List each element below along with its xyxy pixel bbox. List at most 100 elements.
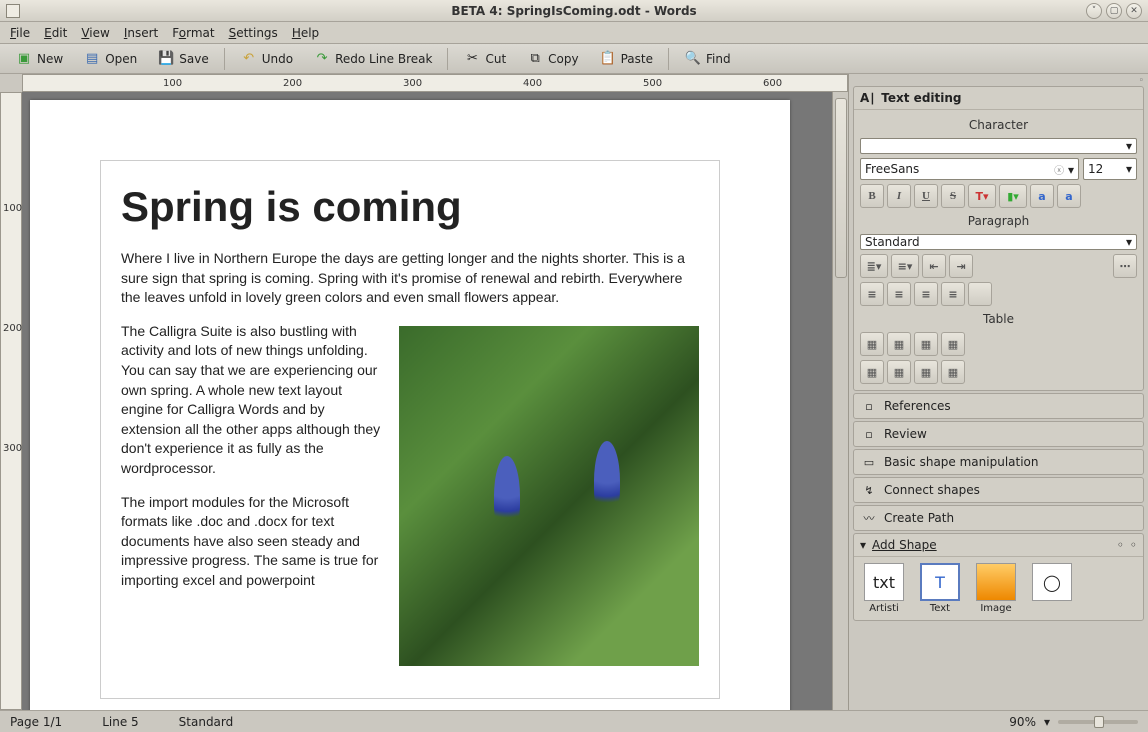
document-image[interactable] (399, 326, 699, 666)
redo-icon: ↷ (313, 50, 331, 68)
paragraph-settings-button[interactable]: ⋯ (1113, 254, 1137, 278)
italic-button[interactable]: I (887, 184, 911, 208)
delete-col-button[interactable]: ▦ (887, 360, 911, 384)
align-right-button[interactable]: ≡ (914, 282, 938, 306)
shape-text[interactable]: T Text (916, 563, 964, 614)
maximize-button[interactable]: ▢ (1106, 3, 1122, 19)
references-tool[interactable]: ▫ References (853, 393, 1144, 419)
menu-insert[interactable]: Insert (124, 26, 158, 40)
ruler-tick: 400 (523, 78, 542, 89)
ruler-tick: 300 (403, 78, 422, 89)
number-list-button[interactable]: ≡▾ (891, 254, 919, 278)
document-paragraph[interactable]: Where I live in Northern Europe the days… (121, 249, 699, 308)
subscript-button[interactable]: a (1057, 184, 1081, 208)
font-family-value: FreeSans (865, 162, 919, 176)
character-style-combo[interactable]: ▾ (860, 138, 1137, 154)
menu-view[interactable]: View (81, 26, 109, 40)
bold-button[interactable]: B (860, 184, 884, 208)
shape-artistic-text[interactable]: txt Artisti (860, 563, 908, 614)
zoom-slider[interactable] (1058, 720, 1138, 724)
connect-icon: ↯ (862, 483, 876, 497)
status-style: Standard (179, 715, 234, 729)
menu-edit[interactable]: Edit (44, 26, 67, 40)
toolbar-separator (668, 48, 669, 70)
status-page: Page 1/1 (10, 715, 62, 729)
paste-button[interactable]: 📋 Paste (590, 46, 662, 72)
minimize-button[interactable]: ˅ (1086, 3, 1102, 19)
strikethrough-button[interactable]: S (941, 184, 965, 208)
window-title: BETA 4: SpringIsComing.odt - Words (451, 4, 696, 18)
connect-shapes-tool[interactable]: ↯ Connect shapes (853, 477, 1144, 503)
dock-close-icon[interactable]: ◦ (1130, 538, 1137, 552)
dock-handle[interactable]: ◦ (853, 78, 1144, 84)
decrease-indent-button[interactable]: ⇤ (922, 254, 946, 278)
shape-label: Image (980, 603, 1011, 614)
menu-help[interactable]: Help (292, 26, 319, 40)
copy-button[interactable]: ⧉ Copy (517, 46, 587, 72)
basic-shape-tool[interactable]: ▭ Basic shape manipulation (853, 449, 1144, 475)
align-default-button[interactable] (968, 282, 992, 306)
highlight-color-button[interactable]: ▮▾ (999, 184, 1027, 208)
menu-file[interactable]: File (10, 26, 30, 40)
insert-col-left-button[interactable]: ▦ (914, 332, 938, 356)
delete-row-button[interactable]: ▦ (860, 360, 884, 384)
text-color-button[interactable]: T▾ (968, 184, 996, 208)
find-label: Find (706, 52, 731, 66)
font-size-combo[interactable]: 12▾ (1083, 158, 1137, 180)
scrollbar-thumb[interactable] (835, 98, 847, 278)
insert-col-right-button[interactable]: ▦ (941, 332, 965, 356)
clear-icon[interactable]: ⓧ (1054, 166, 1064, 177)
dock-float-icon[interactable]: ◦ (1117, 538, 1124, 552)
status-zoom[interactable]: 90% (1009, 715, 1036, 729)
align-justify-button[interactable]: ≡ (941, 282, 965, 306)
merge-cells-button[interactable]: ▦ (914, 360, 938, 384)
shape-image[interactable]: Image (972, 563, 1020, 614)
zoom-dropdown-icon[interactable]: ▾ (1044, 715, 1050, 729)
review-tool[interactable]: ▫ Review (853, 421, 1144, 447)
align-center-button[interactable]: ≡ (887, 282, 911, 306)
status-bar: Page 1/1 Line 5 Standard 90% ▾ (0, 710, 1148, 732)
cut-button[interactable]: ✂ Cut (454, 46, 515, 72)
redo-button[interactable]: ↷ Redo Line Break (304, 46, 441, 72)
copy-icon: ⧉ (526, 50, 544, 68)
paragraph-style-combo[interactable]: Standard▾ (860, 234, 1137, 250)
open-icon: ▤ (83, 50, 101, 68)
paragraph-style-value: Standard (865, 235, 920, 249)
cut-label: Cut (485, 52, 506, 66)
font-family-combo[interactable]: FreeSans ⓧ ▾ (860, 158, 1079, 180)
title-bar: BETA 4: SpringIsComing.odt - Words ˅ ▢ ✕ (0, 0, 1148, 22)
insert-row-below-button[interactable]: ▦ (887, 332, 911, 356)
close-button[interactable]: ✕ (1126, 3, 1142, 19)
open-button[interactable]: ▤ Open (74, 46, 146, 72)
create-path-label: Create Path (884, 511, 954, 525)
split-cells-button[interactable]: ▦ (941, 360, 965, 384)
paste-icon: 📋 (599, 50, 617, 68)
collapse-icon[interactable]: ▾ (860, 538, 866, 552)
status-line: Line 5 (102, 715, 138, 729)
vertical-ruler[interactable]: 100 200 300 (0, 92, 22, 710)
horizontal-ruler[interactable]: 100 200 300 400 500 600 (22, 74, 848, 92)
insert-row-above-button[interactable]: ▦ (860, 332, 884, 356)
document-viewport[interactable]: Spring is coming Where I live in Norther… (22, 92, 848, 710)
undo-button[interactable]: ↶ Undo (231, 46, 302, 72)
increase-indent-button[interactable]: ⇥ (949, 254, 973, 278)
document-heading[interactable]: Spring is coming (121, 183, 699, 231)
shape-icon: ◯ (1043, 573, 1061, 592)
new-button[interactable]: ▣ New (6, 46, 72, 72)
create-path-tool[interactable]: 〰 Create Path (853, 505, 1144, 531)
cut-icon: ✂ (463, 50, 481, 68)
align-left-button[interactable]: ≡ (860, 282, 884, 306)
find-button[interactable]: 🔍 Find (675, 46, 740, 72)
underline-button[interactable]: U (914, 184, 938, 208)
find-icon: 🔍 (684, 50, 702, 68)
shape-more[interactable]: ◯ (1028, 563, 1076, 614)
zoom-slider-handle[interactable] (1094, 716, 1104, 728)
copy-label: Copy (548, 52, 578, 66)
review-label: Review (884, 427, 927, 441)
menu-settings[interactable]: Settings (229, 26, 278, 40)
menu-format[interactable]: Format (172, 26, 214, 40)
bullet-list-button[interactable]: ≣▾ (860, 254, 888, 278)
superscript-button[interactable]: a (1030, 184, 1054, 208)
save-button[interactable]: 💾 Save (148, 46, 217, 72)
vertical-scrollbar[interactable] (832, 92, 848, 710)
